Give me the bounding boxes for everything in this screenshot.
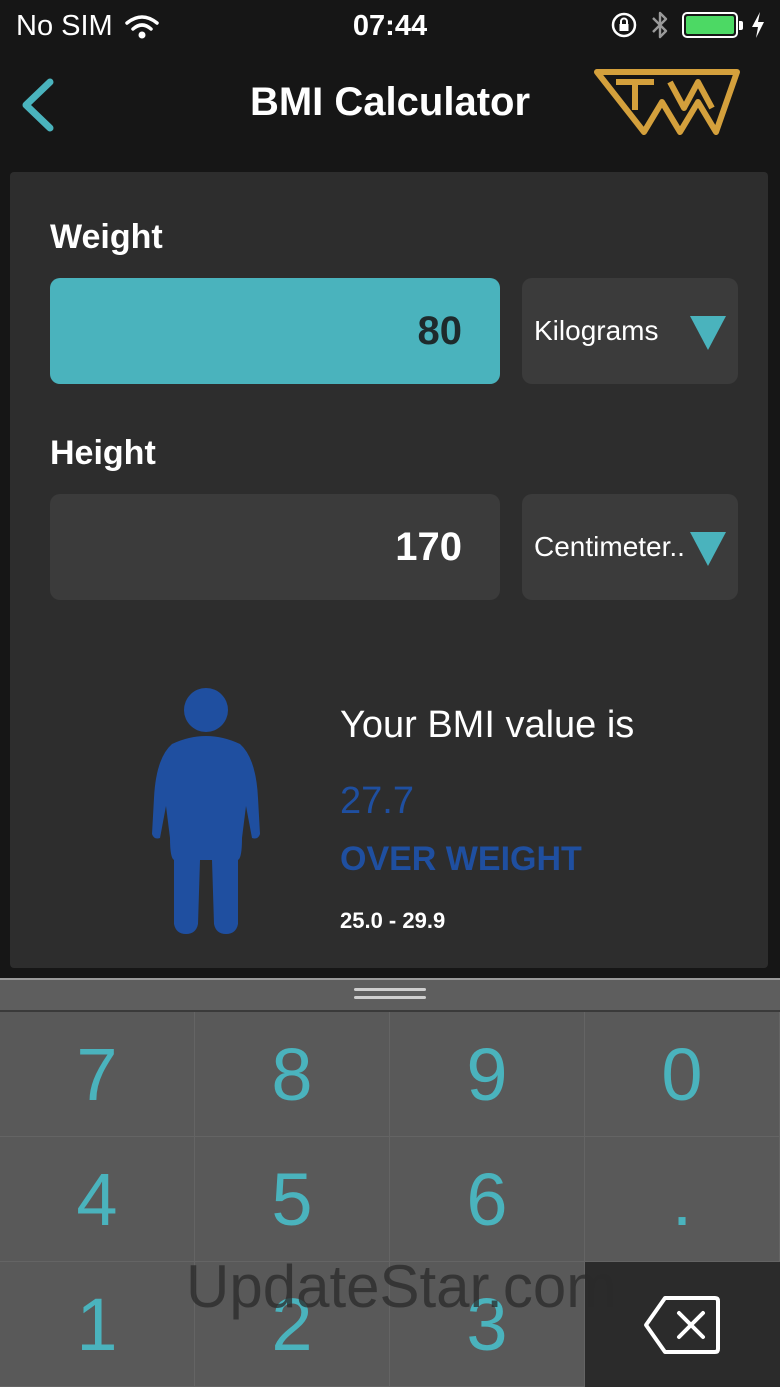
bmi-form-panel: Weight 80 Kilograms Height 170 Centimete… bbox=[10, 172, 768, 968]
key-8[interactable]: 8 bbox=[195, 1012, 390, 1137]
brand-logo bbox=[594, 68, 740, 136]
triangle-down-icon bbox=[690, 316, 726, 350]
key-4[interactable]: 4 bbox=[0, 1137, 195, 1262]
key-6[interactable]: 6 bbox=[390, 1137, 585, 1262]
keyboard-handle-bar[interactable] bbox=[0, 978, 780, 1012]
watermark: UpdateStar.com bbox=[186, 1253, 617, 1320]
nav-bar: BMI Calculator bbox=[0, 54, 780, 156]
triangle-down-icon bbox=[690, 532, 726, 566]
backspace-icon bbox=[644, 1296, 720, 1354]
drag-handle-icon[interactable] bbox=[354, 988, 426, 1002]
weight-unit-select[interactable]: Kilograms bbox=[522, 278, 738, 384]
bmi-calculator-screen: No SIM 07:44 BMI Calculator Weight 80 Ki… bbox=[0, 0, 780, 1387]
rotation-lock-icon bbox=[611, 12, 637, 38]
bluetooth-icon bbox=[652, 11, 668, 39]
charging-bolt-icon bbox=[752, 12, 764, 38]
key-decimal[interactable]: . bbox=[585, 1137, 780, 1262]
status-right bbox=[610, 10, 766, 40]
key-5[interactable]: 5 bbox=[195, 1137, 390, 1262]
bmi-range: 25.0 - 29.9 bbox=[340, 908, 446, 933]
battery-icon bbox=[682, 12, 743, 38]
number-keypad: 7 8 9 0 4 5 6 . 1 2 3 bbox=[0, 1012, 780, 1387]
key-0[interactable]: 0 bbox=[585, 1012, 780, 1137]
key-7[interactable]: 7 bbox=[0, 1012, 195, 1137]
battery-level bbox=[686, 16, 734, 34]
height-input[interactable]: 170 bbox=[50, 494, 500, 600]
key-1[interactable]: 1 bbox=[0, 1262, 195, 1387]
bmi-heading: Your BMI value is bbox=[340, 704, 635, 746]
height-unit-select[interactable]: Centimeter.. bbox=[522, 494, 738, 600]
weight-label: Weight bbox=[50, 218, 163, 256]
height-label: Height bbox=[50, 434, 156, 472]
weight-unit-label: Kilograms bbox=[534, 315, 659, 346]
height-unit-label: Centimeter.. bbox=[534, 531, 685, 562]
weight-input[interactable]: 80 bbox=[50, 278, 500, 384]
brand-logo-icon bbox=[594, 69, 740, 135]
status-bar: No SIM 07:44 bbox=[0, 0, 780, 54]
person-figure-icon bbox=[152, 688, 260, 934]
key-9[interactable]: 9 bbox=[390, 1012, 585, 1137]
bmi-category: OVER WEIGHT bbox=[340, 840, 582, 878]
bmi-value: 27.7 bbox=[340, 780, 414, 822]
